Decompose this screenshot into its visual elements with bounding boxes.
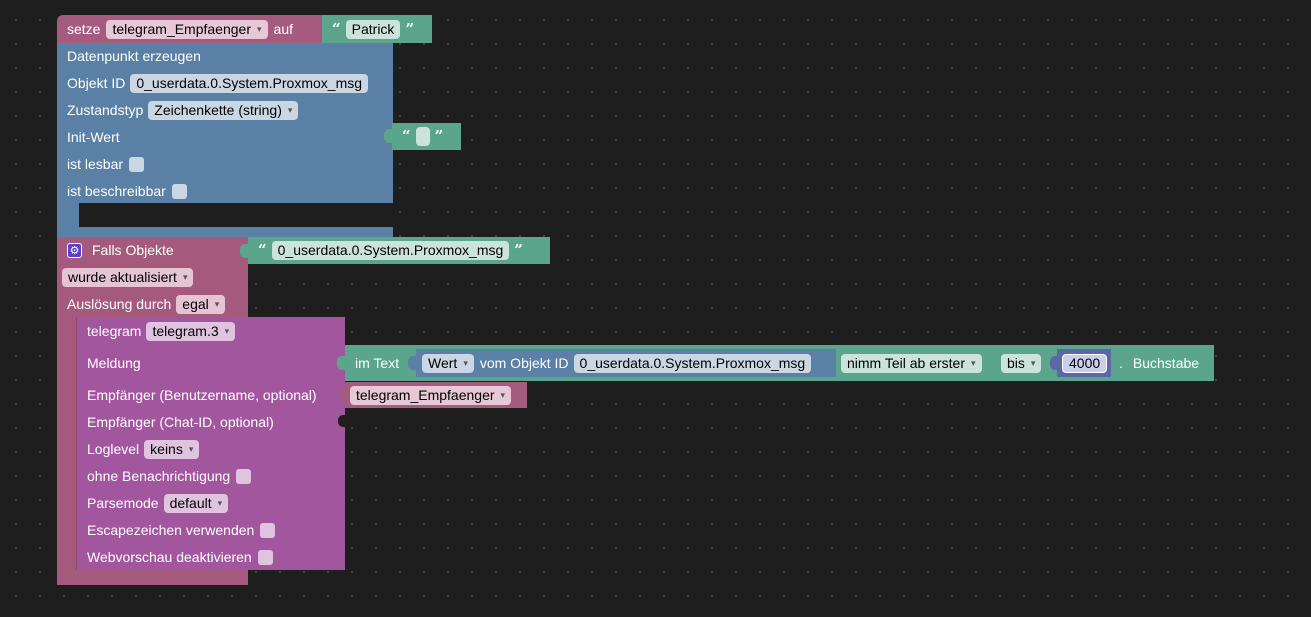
preview-label: Webvorschau deaktivieren	[87, 549, 252, 565]
condition-dropdown[interactable]: wurde aktualisiert ▾	[62, 267, 194, 287]
open-quote-icon: “	[402, 127, 411, 145]
string-value-field[interactable]: Patrick	[345, 19, 401, 39]
in-text-label: im Text	[355, 355, 400, 371]
substring-mode-dropdown[interactable]: nimm Teil ab erster ▾	[841, 353, 982, 373]
parsemode-label: Parsemode	[87, 495, 159, 511]
loglevel-dropdown[interactable]: keins ▾	[144, 439, 200, 459]
number-field[interactable]: 4000	[1062, 353, 1108, 373]
until-mode-value: bis	[1007, 355, 1025, 371]
open-quote-icon: “	[332, 20, 341, 38]
telegram-block[interactable]: telegram telegram.3 ▾ Meldung Empfänger …	[77, 317, 345, 570]
init-value-field[interactable]	[415, 126, 430, 146]
number-block[interactable]: 4000	[1057, 349, 1111, 377]
loglevel-value: keins	[150, 441, 183, 457]
loglevel-label: Loglevel	[87, 441, 140, 457]
chevron-down-icon: ▾	[217, 497, 223, 508]
chevron-down-icon: ▾	[1030, 357, 1036, 368]
string-block-trigger-object[interactable]: “ 0_userdata.0.System.Proxmox_msg ”	[248, 237, 550, 264]
close-quote-icon: ”	[405, 20, 415, 38]
parsemode-value: default	[169, 495, 212, 511]
variable-dropdown-value: telegram_Empfaenger	[112, 21, 251, 37]
text-substring-block[interactable]: im Text Wert ▾ vom Objekt ID 0_userdata.…	[345, 345, 1214, 381]
state-type-dropdown[interactable]: Zeichenkette (string) ▾	[148, 100, 299, 120]
chevron-down-icon: ▾	[214, 298, 220, 309]
recipient-user-label: Empfänger (Benutzername, optional)	[87, 387, 317, 403]
chevron-down-icon: ▾	[257, 23, 262, 34]
telegram-label: telegram	[87, 323, 142, 339]
string-block-patrick[interactable]: “ Patrick ”	[322, 15, 432, 43]
trigger-by-value: egal	[182, 296, 209, 312]
create-datapoint-title: Datenpunkt erzeugen	[67, 48, 201, 64]
state-type-label: Zustandstyp	[67, 102, 144, 118]
to-label: auf	[273, 21, 293, 37]
variable-dropdown[interactable]: telegram_Empfaenger ▾	[106, 19, 268, 39]
until-mode-dropdown[interactable]: bis ▾	[1001, 353, 1042, 373]
create-datapoint-block[interactable]: Datenpunkt erzeugen Objekt ID 0_userdata…	[57, 43, 393, 203]
condition-value: wurde aktualisiert	[68, 269, 177, 285]
dot-label: .	[1119, 355, 1123, 371]
from-object-label: vom Objekt ID	[479, 355, 569, 371]
chevron-down-icon: ▾	[463, 357, 468, 368]
close-quote-icon: ”	[434, 127, 444, 145]
chevron-down-icon: ▾	[971, 357, 976, 368]
text-object-id-field[interactable]: 0_userdata.0.System.Proxmox_msg	[573, 353, 812, 373]
silent-label: ohne Benachrichtigung	[87, 468, 231, 484]
trigger-object-id-field[interactable]: 0_userdata.0.System.Proxmox_msg	[271, 240, 510, 260]
substring-mode-value: nimm Teil ab erster	[847, 355, 966, 371]
object-value-block[interactable]: Wert ▾ vom Objekt ID 0_userdata.0.System…	[416, 349, 836, 377]
escape-label: Escapezeichen verwenden	[87, 522, 255, 538]
value-type-value: Wert	[428, 355, 458, 371]
open-quote-icon: “	[258, 241, 267, 259]
chevron-down-icon: ▾	[224, 325, 230, 336]
recipient-chat-label: Empfänger (Chat-ID, optional)	[87, 414, 274, 430]
object-id-field[interactable]: 0_userdata.0.System.Proxmox_msg	[130, 73, 369, 93]
string-block-init[interactable]: “ ”	[392, 123, 461, 150]
readable-label: ist lesbar	[67, 156, 124, 172]
escape-checkbox[interactable]	[260, 522, 276, 538]
trigger-by-dropdown[interactable]: egal ▾	[176, 294, 226, 314]
silent-checkbox[interactable]	[236, 468, 252, 484]
init-value-label: Init-Wert	[67, 129, 120, 145]
message-label: Meldung	[87, 355, 141, 371]
recipient-variable-dropdown[interactable]: telegram_Empfaenger ▾	[350, 385, 512, 405]
set-label: setze	[67, 21, 101, 37]
preview-checkbox[interactable]	[257, 549, 273, 565]
trigger-by-label: Auslösung durch	[67, 296, 172, 312]
telegram-instance-value: telegram.3	[152, 323, 219, 339]
chevron-down-icon: ▾	[500, 389, 506, 400]
writable-checkbox[interactable]	[171, 183, 187, 199]
state-type-value: Zeichenkette (string)	[154, 102, 282, 118]
readable-checkbox[interactable]	[129, 156, 145, 172]
close-quote-icon: ”	[514, 241, 523, 259]
recipient-variable-value: telegram_Empfaenger	[356, 387, 495, 403]
chevron-down-icon: ▾	[287, 104, 293, 115]
telegram-instance-dropdown[interactable]: telegram.3 ▾	[146, 321, 236, 341]
parsemode-dropdown[interactable]: default ▾	[163, 493, 229, 513]
value-type-dropdown[interactable]: Wert ▾	[422, 353, 474, 373]
trigger-block[interactable]: ⚙ Falls Objekte wurde aktualisiert ▾ Aus…	[57, 237, 248, 317]
trigger-title: Falls Objekte	[92, 242, 174, 258]
recipient-variable-block[interactable]: telegram_Empfaenger ▾	[345, 382, 527, 408]
object-id-label: Objekt ID	[67, 75, 126, 91]
gear-icon[interactable]: ⚙	[67, 242, 82, 258]
set-variable-block[interactable]: setze telegram_Empfaenger ▾ auf	[57, 15, 324, 43]
writable-label: ist beschreibbar	[67, 183, 166, 199]
chevron-down-icon: ▾	[182, 271, 188, 282]
chevron-down-icon: ▾	[188, 443, 194, 454]
suffix-label: Buchstabe	[1132, 355, 1200, 371]
